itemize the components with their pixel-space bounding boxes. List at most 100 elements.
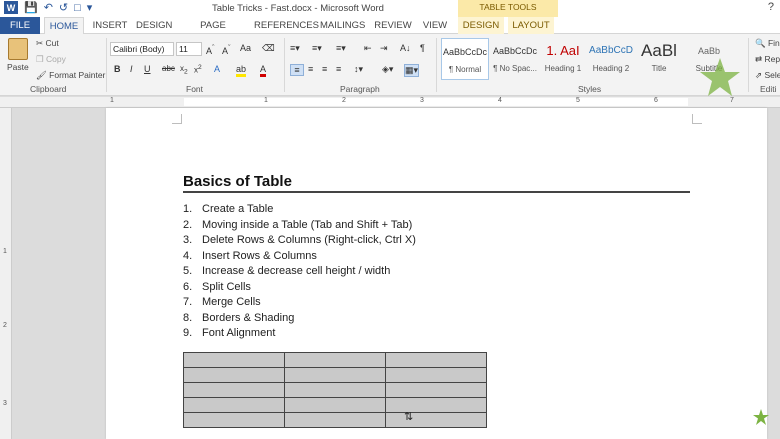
borders-icon[interactable]: ▦▾ <box>404 64 420 77</box>
tab-mailings[interactable]: MAILINGS <box>320 17 365 34</box>
clear-formatting-icon[interactable]: ⌫ <box>262 43 275 54</box>
align-center-icon[interactable]: ≡ <box>308 64 313 74</box>
document-page[interactable]: Basics of Table 1. Create a Table 2. Movin… <box>106 108 767 439</box>
decrease-indent-icon[interactable]: ⇤ <box>364 43 372 54</box>
copy-button[interactable]: ❐ Copy <box>36 54 66 65</box>
list-item[interactable]: 1. Create a Table <box>183 203 416 219</box>
style-heading-2[interactable]: AaBbCcD Heading 2 <box>587 38 635 80</box>
table-cell[interactable] <box>385 382 487 398</box>
document-title: Table Tricks - Fast.docx - Microsoft Wor… <box>212 3 384 14</box>
undo-icon[interactable]: ↶ <box>44 1 53 15</box>
table-cell[interactable] <box>183 382 285 398</box>
font-group-label: Font <box>186 84 204 94</box>
list-item[interactable]: 4. Insert Rows & Columns <box>183 250 416 266</box>
text-effects-icon[interactable]: A <box>214 64 220 74</box>
list-item[interactable]: 6. Split Cells <box>183 281 416 297</box>
highlight-icon[interactable]: ab <box>236 64 247 77</box>
tab-review[interactable]: REVIEW <box>374 17 412 34</box>
format-painter-button[interactable]: 🖌 Format Painter <box>36 70 105 81</box>
customize-qat-icon[interactable]: ▾ <box>87 1 93 15</box>
list-item[interactable]: 5. Increase & decrease cell height / widt… <box>183 265 416 281</box>
style-title[interactable]: AaBl Title <box>637 38 681 80</box>
superscript-icon[interactable]: x2 <box>194 64 202 75</box>
ruler-tick: 6 <box>654 97 658 104</box>
subscript-icon[interactable]: x2 <box>180 64 188 76</box>
tab-table-layout[interactable]: LAYOUT <box>508 17 554 34</box>
style-no-spacing-preview: AaBbCcDc <box>492 46 537 56</box>
tab-insert[interactable]: INSERT <box>92 17 128 34</box>
sort-icon[interactable]: A↓ <box>400 43 411 53</box>
font-name-combobox[interactable]: Calibri (Body) <box>110 42 174 56</box>
tab-table-design[interactable]: DESIGN <box>458 17 504 34</box>
save-icon[interactable]: 💾 <box>24 1 38 15</box>
find-button[interactable]: 🔍 Find <box>755 38 780 49</box>
tab-home[interactable]: HOME <box>44 17 84 34</box>
list-item[interactable]: 8. Borders & Shading <box>183 312 416 328</box>
replace-label: Rep <box>764 54 780 64</box>
table-cell[interactable] <box>385 352 487 368</box>
table-cell[interactable] <box>385 412 487 428</box>
font-color-icon[interactable]: A <box>260 64 267 77</box>
style-heading-1[interactable]: 1. AaI Heading 1 <box>541 38 585 80</box>
quick-access-toolbar: W 💾 ↶ ↺ □ ▾ <box>4 1 92 15</box>
style-heading-1-preview: 1. AaI <box>546 43 580 58</box>
grow-font-icon[interactable]: Aˆ <box>206 43 215 56</box>
document-heading[interactable]: Basics of Table <box>183 173 292 190</box>
list-item[interactable]: 3. Delete Rows & Columns (Right-click, Ct… <box>183 234 416 250</box>
table-cell[interactable] <box>183 412 285 428</box>
table-cell[interactable] <box>183 352 285 368</box>
justify-icon[interactable]: ≡ <box>336 64 341 74</box>
new-doc-icon[interactable]: □ <box>74 1 81 15</box>
tab-references[interactable]: REFERENCES <box>254 17 319 34</box>
group-divider <box>284 38 285 92</box>
select-button[interactable]: ⇗ Sele <box>755 70 780 81</box>
align-right-icon[interactable]: ≡ <box>322 64 327 74</box>
italic-icon[interactable]: I <box>130 64 133 74</box>
table-cell[interactable] <box>183 367 285 383</box>
table-cell[interactable] <box>284 412 386 428</box>
tab-file[interactable]: FILE <box>0 17 40 34</box>
table-cell[interactable] <box>284 397 386 413</box>
list-item[interactable]: 9. Font Alignment <box>183 327 416 343</box>
horizontal-ruler[interactable]: 1 1 2 3 4 5 6 7 <box>0 97 780 108</box>
redo-icon[interactable]: ↺ <box>59 1 68 15</box>
table-cell[interactable] <box>385 367 487 383</box>
bold-icon[interactable]: B <box>114 64 121 74</box>
tab-page-layout[interactable]: PAGE LAYOUT <box>182 17 244 48</box>
change-case-icon[interactable]: Aa <box>240 43 251 53</box>
list-text: Split Cells <box>202 280 251 293</box>
list-item[interactable]: 2. Moving inside a Table (Tab and Shift +… <box>183 219 416 235</box>
style-title-label: Title <box>651 64 667 73</box>
document-table[interactable] <box>183 352 487 428</box>
line-spacing-icon[interactable]: ↕▾ <box>354 64 363 75</box>
table-cell[interactable] <box>284 352 386 368</box>
multilevel-list-icon[interactable]: ≡▾ <box>336 43 346 54</box>
strikethrough-icon[interactable]: abc <box>162 64 175 73</box>
table-cell[interactable] <box>284 382 386 398</box>
vertical-ruler[interactable]: 1 2 3 <box>0 108 12 439</box>
cut-button[interactable]: ✂ Cut <box>36 38 59 49</box>
paste-icon[interactable] <box>8 38 28 60</box>
word-logo-icon[interactable]: W <box>4 1 18 14</box>
underline-icon[interactable]: U <box>144 64 151 74</box>
tab-design[interactable]: DESIGN <box>136 17 172 34</box>
bullets-icon[interactable]: ≡▾ <box>290 43 300 54</box>
replace-button[interactable]: ⇄ Rep <box>755 54 780 65</box>
list-item[interactable]: 7. Merge Cells <box>183 296 416 312</box>
tab-view[interactable]: VIEW <box>420 17 450 34</box>
table-cell[interactable] <box>385 397 487 413</box>
style-no-spacing[interactable]: AaBbCcDc ¶ No Spac... <box>491 38 539 80</box>
increase-indent-icon[interactable]: ⇥ <box>380 43 388 54</box>
shading-icon[interactable]: ◈▾ <box>382 64 393 75</box>
table-cell[interactable] <box>183 397 285 413</box>
table-cell[interactable] <box>284 367 386 383</box>
numbering-icon[interactable]: ≡▾ <box>312 43 322 54</box>
shrink-font-icon[interactable]: Aˇ <box>222 43 231 56</box>
show-formatting-icon[interactable]: ¶ <box>420 43 425 53</box>
paste-button[interactable]: Paste <box>7 62 29 72</box>
align-left-icon[interactable]: ≡ <box>290 64 304 76</box>
list-number: 6. <box>183 280 193 293</box>
style-normal[interactable]: AaBbCcDc ¶ Normal <box>441 38 489 80</box>
help-icon[interactable]: ? <box>768 1 774 13</box>
font-size-combobox[interactable]: 11 <box>176 42 202 56</box>
